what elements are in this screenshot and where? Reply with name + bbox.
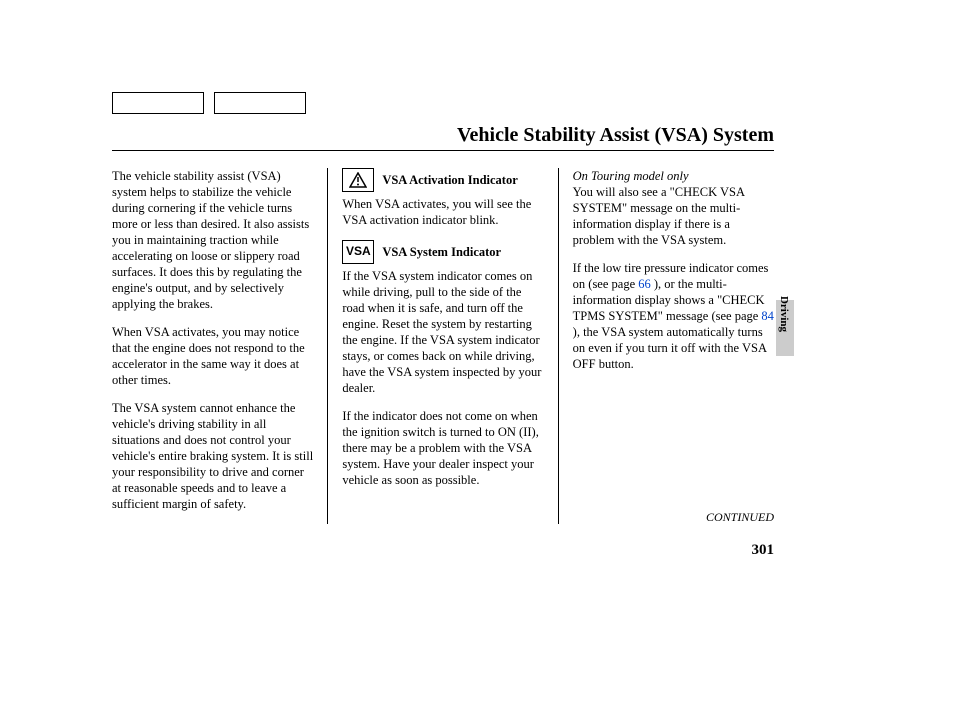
col2-para-3: If the indicator does not come on when t… bbox=[342, 408, 543, 488]
page-title: Vehicle Stability Assist (VSA) System bbox=[457, 124, 774, 147]
page-ref-84[interactable]: 84 bbox=[761, 309, 774, 323]
header-placeholder-2 bbox=[214, 92, 306, 114]
col1-para-2: When VSA activates, you may notice that … bbox=[112, 324, 313, 388]
col1-para-1: The vehicle stability assist (VSA) syste… bbox=[112, 168, 313, 312]
section-label: Driving bbox=[778, 296, 790, 332]
column-2: VSA Activation Indicator When VSA activa… bbox=[327, 168, 558, 524]
page-number: 301 bbox=[752, 542, 775, 559]
column-1: The vehicle stability assist (VSA) syste… bbox=[112, 168, 327, 524]
vsa-activation-indicator-label: VSA Activation Indicator bbox=[382, 172, 517, 188]
column-3: On Touring model only You will also see … bbox=[559, 168, 774, 524]
col3-p2-c: ), the VSA system automatically turns on… bbox=[573, 325, 767, 371]
vsa-system-indicator-row: VSA VSA System Indicator bbox=[342, 240, 543, 264]
col1-para-3: The VSA system cannot enhance the vehicl… bbox=[112, 400, 313, 512]
header-placeholder-1 bbox=[112, 92, 204, 114]
col3-para-1: You will also see a "CHECK VSA SYSTEM" m… bbox=[573, 184, 774, 248]
vsa-system-indicator-text: If the VSA system indicator comes on whi… bbox=[342, 268, 543, 396]
model-note: On Touring model only bbox=[573, 168, 774, 184]
vsa-icon: VSA bbox=[342, 240, 374, 264]
vsa-activation-indicator-row: VSA Activation Indicator bbox=[342, 168, 543, 192]
col3-para-2: If the low tire pressure indicator comes… bbox=[573, 260, 774, 372]
continued-label: CONTINUED bbox=[706, 510, 774, 525]
page-ref-66[interactable]: 66 bbox=[638, 277, 651, 291]
warning-triangle-icon bbox=[342, 168, 374, 192]
title-rule bbox=[112, 150, 774, 151]
vsa-system-indicator-label: VSA System Indicator bbox=[382, 244, 501, 260]
vsa-activation-indicator-text: When VSA activates, you will see the VSA… bbox=[342, 196, 543, 228]
body-columns: The vehicle stability assist (VSA) syste… bbox=[112, 168, 774, 524]
